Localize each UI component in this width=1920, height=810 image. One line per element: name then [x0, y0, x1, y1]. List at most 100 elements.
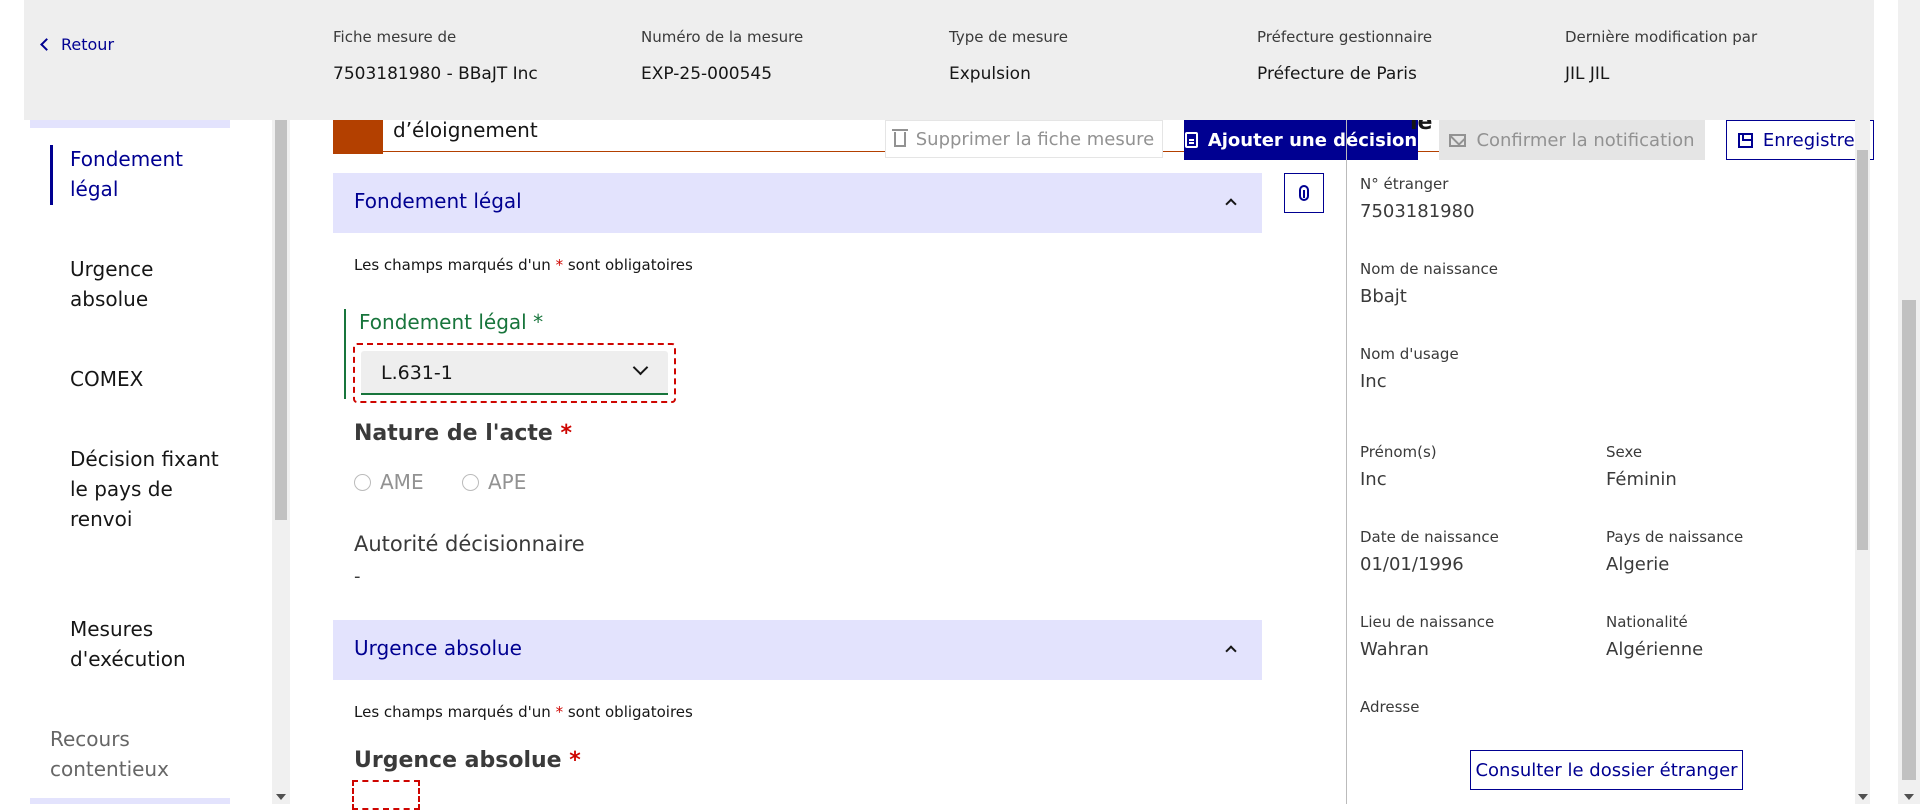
nationalite-label: Nationalité	[1606, 613, 1688, 631]
document-icon	[1184, 132, 1198, 148]
numero-etranger-label: N° étranger	[1360, 175, 1449, 193]
required-star: *	[533, 310, 544, 334]
radio-label: APE	[488, 470, 527, 494]
nom-usage-label: Nom d'usage	[1360, 345, 1459, 363]
pays-naissance-label: Pays de naissance	[1606, 528, 1744, 546]
radio-label: AME	[380, 470, 424, 494]
nature-acte-label-text: Nature de l'acte	[354, 421, 553, 446]
fondement-legal-label: Fondement légal *	[359, 310, 543, 334]
required-star: *	[555, 703, 564, 721]
delete-measure-button[interactable]: Supprimer la fiche mesure	[885, 120, 1163, 158]
required-star: *	[569, 748, 581, 773]
sidebar-item-fondement-legal[interactable]: Fondement légal	[70, 144, 220, 204]
nationalite-value: Algérienne	[1606, 639, 1704, 660]
sidebar-active-indicator	[50, 145, 53, 205]
fondement-legal-label-text: Fondement légal	[359, 310, 527, 334]
radio-circle[interactable]	[354, 473, 371, 491]
mandatory-suffix: sont obligatoires	[567, 256, 693, 274]
paperclip-icon	[1299, 185, 1309, 201]
panel-scrollbar[interactable]	[1855, 120, 1870, 804]
header-field-label: Fiche mesure de	[333, 28, 457, 46]
sidebar-scrollbar-thumb[interactable]	[275, 120, 287, 520]
header-field-prefecture: Préfecture gestionnaire Préfecture de Pa…	[1257, 28, 1432, 84]
nom-naissance-value: Bbajt	[1360, 286, 1407, 307]
section-title: Fondement légal	[354, 189, 522, 213]
nom-usage-value: Inc	[1360, 371, 1387, 392]
header-field-label: Préfecture gestionnaire	[1257, 28, 1433, 46]
measure-header: Retour Fiche mesure de 7503181980 - BBaJ…	[24, 0, 1874, 120]
urgence-absolue-label-text: Urgence absolue	[354, 748, 562, 773]
banner-text: d’éloignement	[393, 118, 538, 142]
section-header-urgence-absolue[interactable]: Urgence absolue	[333, 620, 1262, 680]
mandatory-prefix: Les champs marqués d'un	[354, 256, 551, 274]
header-field-value: EXP-25-000545	[641, 64, 773, 84]
chevron-up-icon	[1225, 198, 1237, 210]
banner-accent	[333, 118, 383, 154]
pays-naissance-value: Algerie	[1606, 554, 1670, 575]
sidebar-scrollbar[interactable]	[272, 120, 290, 804]
add-decision-label: Ajouter une décision	[1207, 129, 1418, 151]
panel-divider	[1346, 120, 1347, 804]
save-button[interactable]: Enregistrer	[1726, 120, 1874, 160]
scroll-down-arrow-icon[interactable]	[276, 794, 286, 800]
header-field-value: Préfecture de Paris	[1257, 64, 1417, 84]
header-field-fiche: Fiche mesure de 7503181980 - BBaJT Inc	[333, 28, 538, 84]
mandatory-prefix: Les champs marqués d'un	[354, 703, 551, 721]
sidebar-item-decision-pays-renvoi[interactable]: Décision fixant le pays de renvoi	[70, 444, 220, 534]
trash-icon	[891, 128, 908, 147]
mail-icon	[1449, 133, 1467, 147]
confirm-notification-label: Confirmer la notification	[1476, 129, 1695, 151]
nom-naissance-label: Nom de naissance	[1360, 260, 1498, 278]
scroll-down-arrow-icon[interactable]	[1858, 794, 1868, 800]
lieu-naissance-label: Lieu de naissance	[1360, 613, 1495, 631]
valid-field-indicator	[344, 309, 346, 399]
page-scrollbar[interactable]	[1898, 0, 1920, 804]
header-field-modification: Dernière modification par JIL JIL	[1565, 28, 1757, 84]
select-value: L.631-1	[381, 362, 453, 384]
chevron-left-icon	[40, 38, 53, 51]
sexe-value: Féminin	[1606, 469, 1677, 490]
sidebar-bottom-band	[30, 798, 230, 804]
date-naissance-value: 01/01/1996	[1360, 554, 1464, 575]
numero-etranger-value: 7503181980	[1360, 201, 1475, 222]
autorite-decisionnaire-value: -	[354, 566, 361, 587]
sidebar-item-urgence-absolue[interactable]: Urgence absolue	[70, 254, 220, 314]
back-label: Retour	[61, 35, 115, 54]
save-label: Enregistrer	[1762, 129, 1863, 151]
adresse-label: Adresse	[1360, 698, 1420, 716]
sidebar-group-recours[interactable]: Recours contentieux	[50, 724, 200, 784]
fondement-legal-select-focus: L.631-1	[353, 343, 676, 403]
attachment-button[interactable]	[1284, 173, 1324, 213]
save-icon	[1737, 132, 1753, 148]
header-field-numero: Numéro de la mesure EXP-25-000545	[641, 28, 803, 84]
header-field-value: Expulsion	[949, 64, 1031, 84]
header-field-label: Dernière modification par	[1565, 28, 1758, 46]
nature-acte-label: Nature de l'acte *	[354, 421, 572, 446]
scroll-down-arrow-icon[interactable]	[1904, 794, 1914, 800]
section-title: Urgence absolue	[354, 636, 522, 660]
header-field-label: Numéro de la mesure	[641, 28, 804, 46]
urgence-absolue-toggle[interactable]	[352, 780, 420, 810]
fondement-legal-select[interactable]: L.631-1	[361, 351, 668, 395]
mandatory-note: Les champs marqués d'un * sont obligatoi…	[354, 703, 693, 721]
radio-ame[interactable]: AME	[354, 470, 424, 494]
sidebar-item-mesures-execution[interactable]: Mesures d'exécution	[70, 614, 220, 674]
panel-scrollbar-thumb[interactable]	[1857, 150, 1868, 550]
header-field-value: 7503181980 - BBaJT Inc	[333, 64, 538, 84]
urgence-absolue-label: Urgence absolue *	[354, 748, 581, 773]
page-scrollbar-thumb[interactable]	[1902, 300, 1916, 780]
radio-circle[interactable]	[462, 473, 479, 491]
prenoms-label: Prénom(s)	[1360, 443, 1437, 461]
radio-ape[interactable]: APE	[462, 470, 526, 494]
sidebar-item-comex[interactable]: COMEX	[70, 364, 220, 394]
confirm-notification-button[interactable]: Confirmer la notification	[1439, 120, 1705, 160]
header-field-label: Type de mesure	[949, 28, 1068, 46]
consult-dossier-button[interactable]: Consulter le dossier étranger	[1470, 750, 1743, 790]
add-decision-button[interactable]: Ajouter une décision	[1184, 120, 1418, 160]
sidebar-nav: Fondement légal Urgence absolue COMEX Dé…	[0, 0, 272, 804]
back-link[interactable]: Retour	[40, 35, 115, 54]
date-naissance-label: Date de naissance	[1360, 528, 1499, 546]
prenoms-value: Inc	[1360, 469, 1387, 490]
section-header-fondement-legal[interactable]: Fondement légal	[333, 173, 1262, 233]
required-star: *	[555, 256, 564, 274]
